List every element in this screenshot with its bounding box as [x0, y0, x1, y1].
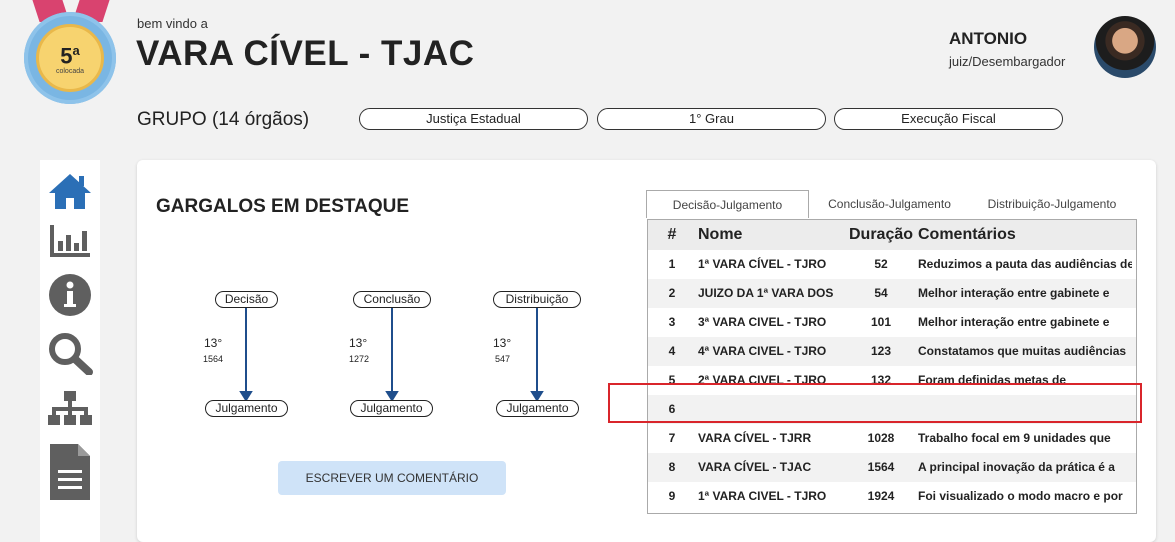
filter-pill-class[interactable]: Execução Fiscal — [834, 108, 1063, 130]
table-row[interactable]: 7 VARA CÍVEL - TJRR 1028 Trabalho focal em … — [648, 424, 1136, 453]
table-row[interactable]: 8 VARA CÍVEL - TJAC 1564 A principal inovaç… — [648, 453, 1136, 482]
filter-pill-justice[interactable]: Justiça Estadual — [359, 108, 588, 130]
document-icon[interactable] — [47, 442, 93, 502]
user-role: juiz/Desembargador — [949, 54, 1066, 69]
search-icon[interactable] — [47, 330, 93, 376]
highlight-box — [608, 383, 1142, 423]
avatar[interactable] — [1094, 16, 1156, 78]
page-title: VARA CÍVEL - TJAC — [136, 34, 475, 73]
table-header: # Nome Duração Comentários — [648, 220, 1136, 250]
medal-inner: 5a colocada — [36, 24, 104, 92]
tab-conclusao-julgamento[interactable]: Conclusão-Julgamento — [817, 190, 962, 218]
flow-arrowhead-conclusao — [385, 391, 399, 402]
row-name: JUIZO DA 1ª VARA DOS — [698, 286, 834, 300]
row-rank: 8 — [668, 460, 676, 474]
header-duration: Duração — [848, 226, 914, 243]
row-name: 1ª VARA CIVEL - TJRO — [698, 489, 827, 503]
row-name: 4ª VARA CIVEL - TJRO — [698, 344, 827, 358]
header-comments: Comentários — [918, 226, 1016, 243]
ranking-table: # Nome Duração Comentários 1 1ª VARA CÍVE… — [647, 219, 1137, 514]
write-comment-button[interactable]: ESCREVER UM COMENTÁRIO — [278, 461, 506, 495]
row-duration: 1564 — [867, 460, 895, 474]
header-name: Nome — [698, 226, 743, 243]
row-name: 1ª VARA CÍVEL - TJRO — [698, 257, 827, 271]
flow-rank-decisao: 13° — [204, 336, 223, 350]
flow-value-decisao: 1564 — [203, 354, 224, 364]
row-comment: Melhor interação entre gabinete e — [918, 315, 1110, 329]
row-rank: 4 — [668, 344, 676, 358]
row-rank: 1 — [668, 257, 676, 271]
row-name: 3ª VARA CIVEL - TJRO — [698, 315, 827, 329]
flow-node-from-distribuicao[interactable]: Distribuição — [493, 291, 581, 308]
medal-label: colocada — [55, 68, 85, 76]
flow-arrowhead-decisao — [239, 391, 253, 402]
row-name: VARA CÍVEL - TJAC — [698, 460, 812, 474]
group-title: GRUPO (14 órgãos) — [137, 109, 310, 130]
table-row[interactable]: 3 3ª VARA CIVEL - TJRO 101 Melhor interação… — [648, 308, 1136, 337]
table-row[interactable]: 9 1ª VARA CIVEL - TJRO 1924 Foi visualizado… — [648, 482, 1136, 511]
rank-medal: 5a colocada — [22, 0, 118, 110]
row-rank: 7 — [668, 431, 676, 445]
row-duration: 101 — [870, 315, 892, 329]
main-panel: GARGALOS EM DESTAQUE Decisão 13° 1564 Ju… — [137, 160, 1156, 542]
table-row[interactable]: 2 JUIZO DA 1ª VARA DOS 54 Melhor interação … — [648, 279, 1136, 308]
flow-node-from-conclusao[interactable]: Conclusão — [353, 291, 431, 308]
home-icon[interactable] — [47, 168, 93, 214]
flow-node-to-decisao[interactable]: Julgamento — [205, 400, 288, 417]
row-comment: Constatamos que muitas audiências — [918, 344, 1127, 358]
info-icon[interactable] — [47, 272, 93, 318]
sidebar — [40, 160, 100, 542]
header-rank: # — [667, 226, 677, 243]
table-row[interactable]: 4 4ª VARA CIVEL - TJRO 123 Constatamos que … — [648, 337, 1136, 366]
row-comment: Trabalho focal em 9 unidades que — [918, 431, 1111, 445]
row-comment: Foi visualizado o modo macro e por — [918, 489, 1123, 503]
flow-node-to-distribuicao[interactable]: Julgamento — [496, 400, 579, 417]
row-comment: A principal inovação da prática é a — [918, 460, 1115, 474]
tab-distribuicao-julgamento[interactable]: Distribuição-Julgamento — [972, 190, 1132, 218]
user-name: ANTONIO — [949, 29, 1028, 48]
welcome-text: bem vindo a — [137, 16, 208, 31]
row-duration: 1028 — [867, 431, 895, 445]
flow-rank-distribuicao: 13° — [493, 336, 512, 350]
row-rank: 2 — [668, 286, 676, 300]
org-chart-icon[interactable] — [47, 386, 93, 432]
row-comment: Reduzimos a pauta das audiências de — [918, 257, 1132, 271]
filter-pill-degree[interactable]: 1° Grau — [597, 108, 826, 130]
row-duration: 1924 — [867, 489, 895, 503]
row-duration: 52 — [874, 257, 888, 271]
flow-value-conclusao: 1272 — [349, 354, 370, 364]
flow-value-distribuicao: 547 — [495, 354, 511, 364]
row-comment: Melhor interação entre gabinete e — [918, 286, 1110, 300]
medal-rank: 5a — [60, 43, 80, 69]
row-duration: 54 — [874, 286, 888, 300]
tab-decisao-julgamento[interactable]: Decisão-Julgamento — [646, 190, 809, 218]
row-name: VARA CÍVEL - TJRR — [698, 431, 812, 445]
row-duration: 123 — [870, 344, 892, 358]
flow-arrowhead-distribuicao — [530, 391, 544, 402]
row-rank: 3 — [668, 315, 676, 329]
flow-node-from-decisao[interactable]: Decisão — [215, 291, 278, 308]
bar-chart-icon[interactable] — [47, 218, 93, 264]
table-row[interactable]: 1 1ª VARA CÍVEL - TJRO 52 Reduzimos a pauta… — [648, 250, 1136, 279]
flow-node-to-conclusao[interactable]: Julgamento — [350, 400, 433, 417]
flow-rank-conclusao: 13° — [349, 336, 368, 350]
row-rank: 9 — [668, 489, 676, 503]
